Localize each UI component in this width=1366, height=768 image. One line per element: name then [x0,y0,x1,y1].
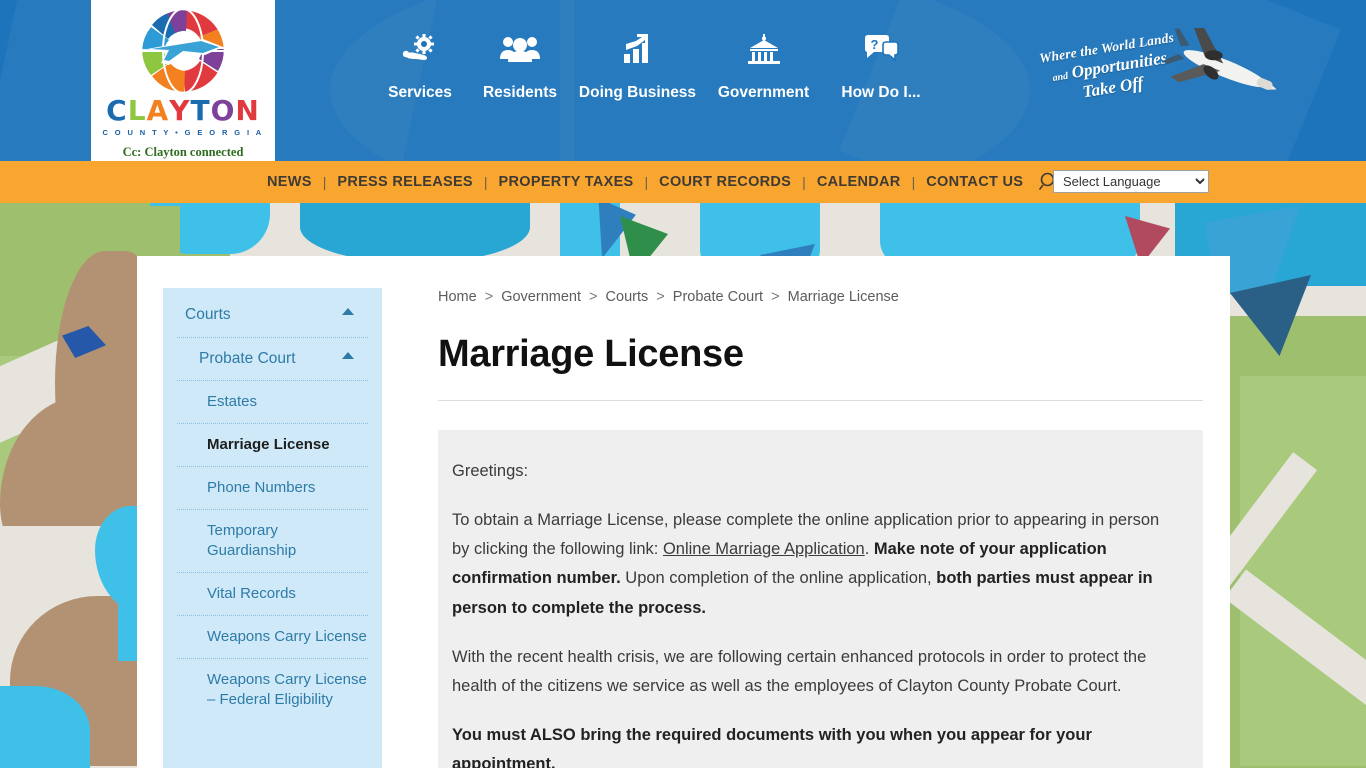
sidebar-item-temporary-guardianship[interactable]: Temporary Guardianship [163,510,382,572]
language-select[interactable]: Select Language [1053,170,1209,193]
nav-item-services[interactable]: Services [370,28,470,123]
globe-airplane-logo-icon [129,3,237,101]
sidebar-item-label: Weapons Carry License – Federal Eligibil… [207,670,367,708]
sidebar-item-label: Probate Court [199,349,296,367]
subnav-separator: | [322,174,327,190]
nav-label: Residents [482,84,558,101]
sidebar-item-label: Temporary Guardianship [207,522,297,559]
subnav-link-list: NEWS | PRESS RELEASES | PROPERTY TAXES |… [267,161,1059,203]
breadcrumb-separator: > [656,289,665,305]
chevron-up-icon[interactable] [342,308,354,315]
chevron-up-icon[interactable] [342,351,354,359]
sidebar-item-label: Estates [207,393,258,411]
subnav-separator: | [483,174,488,190]
logo-tagline: Cc: Clayton connected [122,145,244,159]
tagline-and: and [1051,70,1069,85]
subnav-item-property-taxes[interactable]: PROPERTY TAXES [499,174,634,190]
paragraph-greeting: Greetings: [452,461,529,480]
breadcrumb-item-government[interactable]: Government [501,289,581,305]
subnav-item-calendar[interactable]: CALENDAR [817,174,901,190]
breadcrumb-item-probate-court[interactable]: Probate Court [673,289,763,305]
subnav-item-contact-us[interactable]: CONTACT US [926,174,1023,190]
breadcrumb-item-home[interactable]: Home [438,289,477,305]
paragraph-instructions: To obtain a Marriage License, please com… [452,506,1170,623]
subnav-item-court-records[interactable]: COURT RECORDS [659,174,791,190]
sidebar-item-estates[interactable]: Estates [163,381,382,423]
sidebar-item-label: Marriage License [207,436,330,454]
nav-item-government[interactable]: Government [705,28,822,123]
online-marriage-application-link[interactable]: Online Marriage Application [663,540,865,558]
sidebar-item-probate-court[interactable]: Probate Court [163,338,382,381]
logo-subtitle: C O U N T Y • G E O R G I A [102,128,264,137]
subnav-item-news[interactable]: NEWS [267,174,312,190]
main-content-column: Home > Government > Courts > Probate Cou… [438,288,1203,768]
site-header: CLAYTON C O U N T Y • G E O R G I A Cc: … [0,0,1366,161]
header-tagline-graphic: Where the World Lands and Opportunities … [1030,20,1280,122]
sidebar-item-marriage-license[interactable]: Marriage License [163,424,382,466]
sidebar-item-label: Vital Records [207,584,296,602]
nav-label: Government [717,84,810,101]
subnav-separator: | [911,174,916,190]
classical-building-icon [747,28,781,70]
question-speech-bubble-icon: ? [863,28,899,70]
logo-wordmark: CLAYTON [106,94,260,127]
nav-label: Services [388,84,452,101]
breadcrumb-separator: > [589,289,598,305]
nav-item-doing-business[interactable]: Doing Business [570,28,705,123]
sidebar-item-label: Weapons Carry License [207,627,367,645]
title-divider [438,399,1203,401]
sidebar-item-label: Courts [185,306,231,323]
sidebar-item-weapons-carry-license-federal-eligibility[interactable]: Weapons Carry License – Federal Eligibil… [163,659,382,721]
subnav-item-press-releases[interactable]: PRESS RELEASES [337,174,473,190]
breadcrumb-separator: > [771,289,780,305]
sidebar-item-phone-numbers[interactable]: Phone Numbers [163,467,382,509]
text-segment: Upon completion of the online applicatio… [620,569,937,588]
breadcrumb-item-courts[interactable]: Courts [606,289,649,305]
svg-text:?: ? [871,37,879,52]
nav-label: Doing Business [578,84,697,101]
subnav-separator: | [802,174,806,190]
sidebar-item-weapons-carry-license[interactable]: Weapons Carry License [163,616,382,658]
bar-chart-arrow-icon [622,28,654,70]
airplane-icon [1162,20,1284,111]
article-body: Greetings: To obtain a Marriage License,… [438,429,1203,768]
text-segment: . [864,540,874,559]
paragraph-health-protocols: With the recent health crisis, we are fo… [452,647,1147,696]
sidebar-item-vital-records[interactable]: Vital Records [163,573,382,615]
nav-item-residents[interactable]: Residents [470,28,570,123]
text-emphasis: You must ALSO bring the required documen… [452,726,1092,768]
page-title: Marriage License [438,332,744,375]
subnav-separator: | [644,174,649,190]
paragraph-required-documents: You must ALSO bring the required documen… [452,721,1170,768]
breadcrumb-separator: > [484,289,494,305]
page-content-panel: Courts Probate Court Estates Marriage Li… [137,256,1230,768]
nav-item-how-do-i[interactable]: ? How Do I... [822,28,940,123]
section-sidebar-menu: Courts Probate Court Estates Marriage Li… [163,288,382,768]
primary-navigation: Services Residents Doing Business Govern… [370,28,970,123]
nav-label: How Do I... [841,84,921,101]
sidebar-item-label: Phone Numbers [207,479,316,497]
breadcrumb: Home > Government > Courts > Probate Cou… [438,288,1203,307]
site-logo[interactable]: CLAYTON C O U N T Y • G E O R G I A Cc: … [91,0,275,161]
sidebar-item-courts[interactable]: Courts [163,294,382,337]
hand-gear-icon [403,28,437,70]
people-group-icon [500,28,540,70]
breadcrumb-item-marriage-license: Marriage License [787,289,899,305]
